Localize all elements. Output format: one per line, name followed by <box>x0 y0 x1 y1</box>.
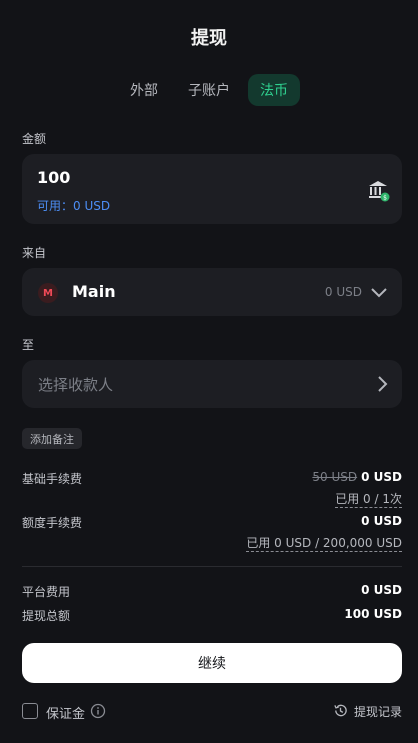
add-note-button[interactable]: 添加备注 <box>22 428 82 449</box>
account-avatar: M <box>38 283 58 303</box>
deposit-label: 保证金 <box>46 707 86 722</box>
platform-fee-label: 平台费用 <box>22 585 71 599</box>
withdraw-type-tabs: 外部 子账户 法币 <box>0 74 418 106</box>
bank-icon[interactable]: $ <box>366 178 390 202</box>
base-fee-value: 50 USD 0 USD <box>312 470 402 484</box>
base-fee-original: 50 USD <box>312 470 358 484</box>
history-icon[interactable] <box>333 703 348 718</box>
account-balance: 0 USD <box>324 285 362 299</box>
tab-external[interactable]: 外部 <box>118 74 170 106</box>
recipient-select[interactable]: 选择收款人 <box>22 360 402 408</box>
base-fee-usage-text: 已用 0 / 1次 <box>335 492 402 508</box>
base-fee-usage: 已用 0 / 1次 <box>335 490 402 508</box>
account-name: Main <box>72 282 116 301</box>
deposit-checkbox[interactable] <box>22 703 38 719</box>
total-label: 提现总额 <box>22 609 71 623</box>
from-account-select[interactable]: M Main 0 USD <box>22 268 402 316</box>
amount-field[interactable]: 100 可用：0 USD $ <box>22 154 402 224</box>
page-title: 提现 <box>191 28 227 49</box>
from-label: 来自 <box>22 246 47 260</box>
platform-fee-value: 0 USD <box>361 583 402 597</box>
quota-fee-label: 额度手续费 <box>22 516 83 530</box>
chevron-down-icon[interactable] <box>370 285 388 299</box>
available-balance: 可用：0 USD <box>37 199 111 213</box>
recipient-placeholder: 选择收款人 <box>38 376 114 394</box>
amount-input[interactable]: 100 <box>37 168 70 187</box>
to-label: 至 <box>22 338 35 352</box>
amount-label: 金额 <box>22 132 47 146</box>
tab-fiat[interactable]: 法币 <box>248 74 300 106</box>
quota-fee-value: 0 USD <box>361 514 402 528</box>
continue-button[interactable]: 继续 <box>22 643 402 683</box>
tab-subaccount[interactable]: 子账户 <box>176 74 242 106</box>
chevron-right-icon[interactable] <box>376 375 388 393</box>
withdraw-history-link[interactable]: 提现记录 <box>354 703 402 720</box>
info-icon[interactable] <box>90 703 106 719</box>
divider <box>22 566 402 567</box>
quota-fee-usage: 已用 0 USD / 200,000 USD <box>246 534 402 552</box>
quota-fee-usage-text: 已用 0 USD / 200,000 USD <box>246 536 402 552</box>
svg-text:$: $ <box>383 195 387 202</box>
base-fee-label: 基础手续费 <box>22 472 83 486</box>
total-value: 100 USD <box>344 607 402 621</box>
base-fee-current: 0 USD <box>361 470 402 484</box>
